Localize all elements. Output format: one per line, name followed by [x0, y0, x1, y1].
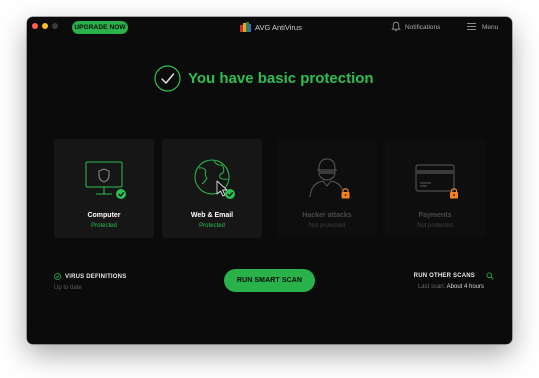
card-status: Not protected [416, 223, 454, 229]
hacker-icon [309, 158, 350, 199]
card-title: Computer [87, 212, 121, 219]
check-circle-icon [154, 65, 181, 92]
protection-status-title: You have basic protection [188, 70, 374, 87]
card-status: Protected [199, 223, 225, 229]
card-status: Protected [91, 223, 117, 229]
search-icon[interactable] [486, 272, 494, 280]
credit-card-icon [415, 164, 458, 199]
hamburger-menu-icon[interactable] [467, 23, 476, 30]
card-web-email[interactable]: Web & Email Protected [162, 139, 262, 238]
last-scan-info: Last scan: About 4 hours [418, 283, 484, 291]
avg-logo-icon [240, 22, 251, 32]
card-hacker-attacks[interactable]: Hacker attacks Not protected [277, 139, 377, 238]
bell-icon[interactable] [391, 21, 401, 32]
last-scan-value: About 4 hours [446, 284, 484, 290]
card-payments[interactable]: Payments Not protected [385, 139, 485, 238]
menu-button[interactable]: Menu [482, 22, 498, 33]
circle-check-icon [54, 273, 61, 280]
title-bar: UPGRADE NOW AVG AntiVirus Notifications … [27, 17, 512, 39]
app-window: UPGRADE NOW AVG AntiVirus Notifications … [27, 17, 512, 344]
window-close-button[interactable] [32, 23, 38, 29]
card-status: Not protected [308, 223, 346, 229]
desktop-background: UPGRADE NOW AVG AntiVirus Notifications … [0, 0, 539, 378]
monitor-shield-icon [85, 161, 126, 199]
globe-cursor-icon [194, 159, 235, 199]
virus-definitions-label: VIRUS DEFINITIONS [65, 274, 127, 280]
run-smart-scan-button[interactable]: RUN SMART SCAN [224, 269, 315, 292]
last-scan-label: Last scan: [417, 284, 447, 290]
window-minimize-button[interactable] [42, 23, 48, 29]
card-title: Web & Email [190, 212, 234, 219]
run-other-scans-button[interactable]: RUN OTHER SCANS [414, 272, 475, 280]
notifications-button[interactable]: Notifications [405, 22, 440, 33]
app-title: AVG AntiVirus [255, 23, 302, 32]
card-title: Hacker attacks [302, 212, 352, 219]
window-zoom-button[interactable] [52, 23, 58, 29]
card-computer[interactable]: Computer Protected [54, 139, 154, 238]
virus-definitions-status: Up to date [54, 285, 82, 291]
card-title: Payments [418, 212, 452, 219]
upgrade-now-button[interactable]: UPGRADE NOW [72, 21, 128, 34]
